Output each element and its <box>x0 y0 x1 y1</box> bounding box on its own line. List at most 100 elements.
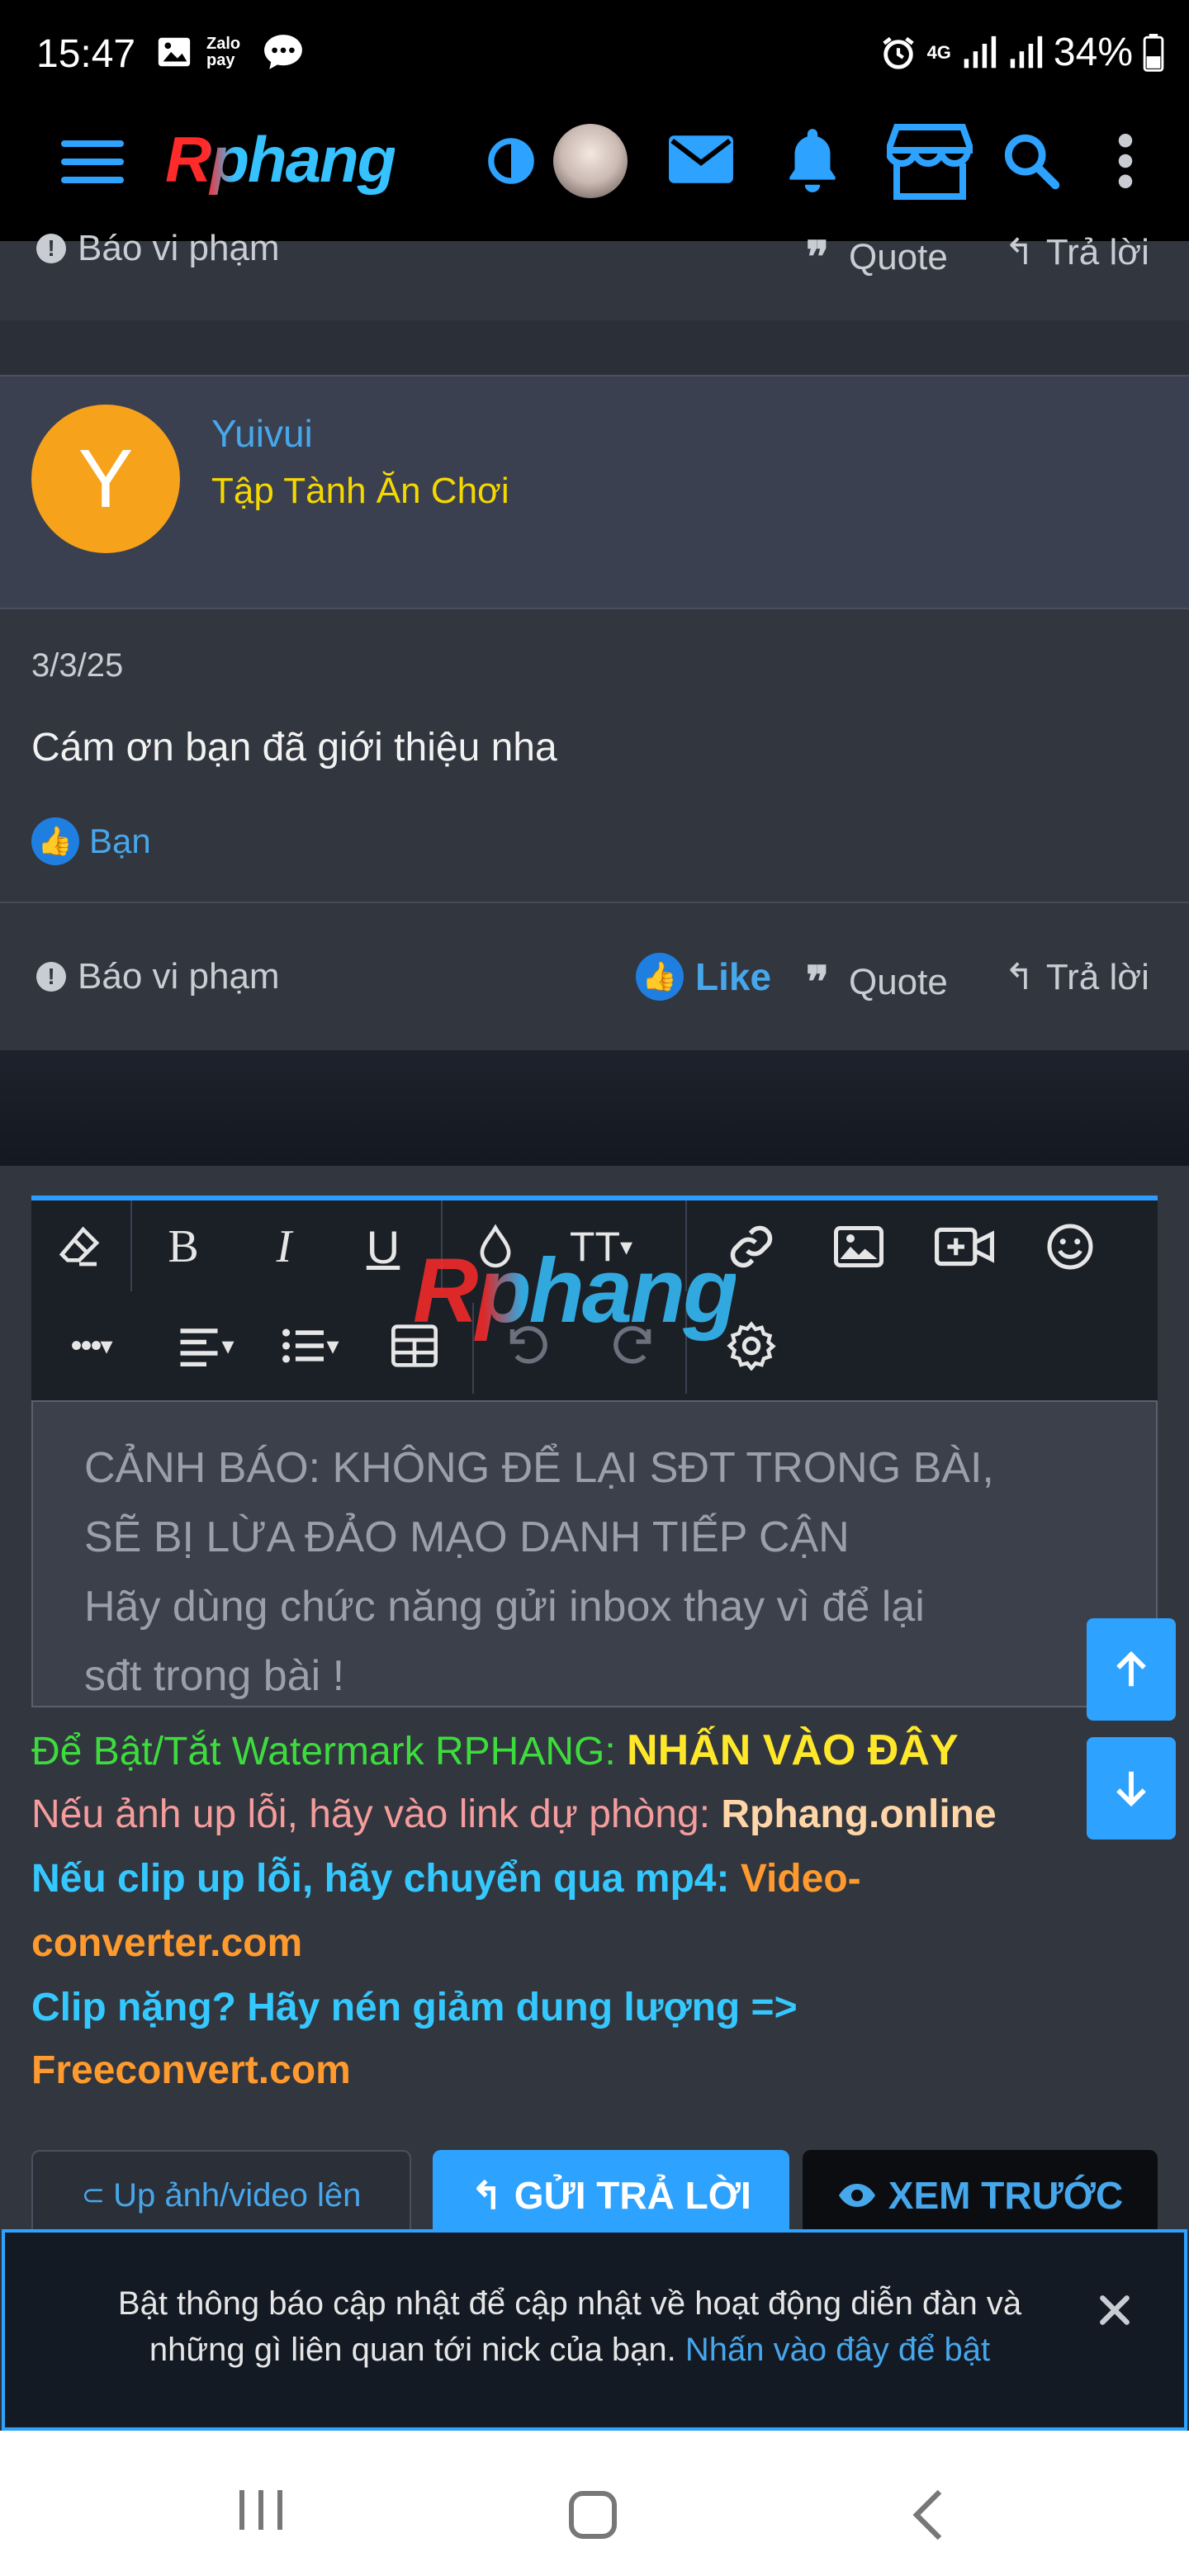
reply-link[interactable]: ↰ Trả lời <box>1004 956 1149 998</box>
site-logo[interactable]: Rphang <box>165 122 396 197</box>
prev-quote-link[interactable]: ❞ Quote <box>806 233 948 282</box>
watermark-toggle-link[interactable]: NHẤN VÀO ĐÂY <box>627 1726 959 1774</box>
align-left-icon <box>180 1328 218 1366</box>
like-reaction-icon: 👍 <box>31 817 79 865</box>
zalo-pay-icon: Zalo pay <box>206 35 241 69</box>
enable-notification-link[interactable]: Nhấn vào đây để bật <box>685 2332 990 2368</box>
reply-label: Trả lời <box>1045 956 1149 997</box>
arrow-down-icon <box>1116 1771 1146 1807</box>
signal-icon <box>964 36 997 68</box>
watermark-toggle-note: Để Bật/Tắt Watermark RPHANG: NHẤN VÀO ĐÂ… <box>31 1726 959 1775</box>
italic-button[interactable]: I <box>251 1214 317 1280</box>
post-date[interactable]: 3/3/25 <box>31 647 123 684</box>
section-divider <box>0 1050 1189 1166</box>
clip-converter-link-2[interactable]: converter.com <box>31 1920 302 1966</box>
underline-button[interactable]: U <box>350 1214 416 1280</box>
alarm-icon <box>882 36 914 69</box>
quote-icon: ❞ <box>806 959 829 1006</box>
clear-format-icon[interactable] <box>46 1214 112 1280</box>
quote-label: Quote <box>848 962 948 1002</box>
submit-label: GỬI TRẢ LỜI <box>514 2174 751 2217</box>
arrow-up-icon <box>1116 1650 1146 1687</box>
report-link[interactable]: ! Báo vi phạm <box>36 956 280 997</box>
warning-icon: ! <box>36 234 66 263</box>
image-backup-note: Nếu ảnh up lỗi, hãy vào link dự phòng: R… <box>31 1792 997 1837</box>
prev-reply-link[interactable]: ↰ Trả lời <box>1004 231 1149 273</box>
reply-icon: ↰ <box>1004 957 1035 997</box>
editor-watermark-logo: Rphang <box>413 1240 738 1342</box>
scroll-top-button[interactable] <box>1087 1618 1176 1721</box>
list-dropdown-icon: ▾ <box>326 1332 339 1360</box>
like-label: Like <box>695 955 772 998</box>
bold-button[interactable]: B <box>150 1214 216 1280</box>
attachment-icon: ⊂ <box>81 2180 106 2211</box>
status-right-icons: 4G 34% <box>879 30 1164 75</box>
more-horiz-icon: ••• <box>70 1327 102 1364</box>
more-dropdown-icon: ▾ <box>100 1332 113 1360</box>
warning-icon: ! <box>36 962 66 992</box>
list-button[interactable]: ▾ <box>264 1313 355 1379</box>
post-username[interactable]: Yuivui <box>211 411 313 456</box>
reply-arrow-icon: ↰ <box>471 2174 503 2217</box>
prev-report-label: Báo vi phạm <box>78 228 280 268</box>
network-type: 4G <box>926 41 951 63</box>
upload-button[interactable]: ⊂ Up ảnh/video lên <box>31 2150 411 2241</box>
bell-icon[interactable] <box>781 124 844 199</box>
home-icon[interactable] <box>568 2490 618 2544</box>
recent-apps-icon[interactable] <box>236 2487 286 2537</box>
upload-label: Up ảnh/video lên <box>113 2176 362 2214</box>
clip-note-label: Nếu clip up lỗi, hãy chuyển qua mp4: <box>31 1857 730 1901</box>
battery-level: 34% <box>1053 31 1133 74</box>
post-content: Cám ơn bạn đã giới thiệu nha <box>31 726 557 769</box>
submit-reply-button[interactable]: ↰ GỬI TRẢ LỜI <box>433 2150 789 2241</box>
back-icon[interactable] <box>912 2488 945 2545</box>
preview-button[interactable]: XEM TRƯỚC <box>803 2150 1158 2241</box>
post-user-title: Tập Tành Ăn Chơi <box>211 471 509 511</box>
clip-note: Nếu clip up lỗi, hãy chuyển qua mp4: Vid… <box>31 1856 861 1901</box>
align-button[interactable]: ▾ <box>160 1313 251 1379</box>
prev-reply-label: Trả lời <box>1045 231 1149 272</box>
quote-icon: ❞ <box>806 234 829 282</box>
like-icon: 👍 <box>636 953 684 1001</box>
reply-textarea[interactable]: CẢNH BÁO: KHÔNG ĐỂ LẠI SĐT TRONG BÀI, SẼ… <box>31 1400 1158 1707</box>
close-icon[interactable] <box>1097 2292 1133 2332</box>
quote-link[interactable]: ❞ Quote <box>806 958 948 1007</box>
more-vert-icon[interactable] <box>1116 134 1135 192</box>
reaction-summary[interactable]: 👍 Bạn <box>31 817 151 865</box>
report-label: Báo vi phạm <box>78 956 280 997</box>
user-avatar[interactable] <box>553 124 628 198</box>
eye-icon <box>838 2184 875 2207</box>
store-icon[interactable] <box>883 124 976 204</box>
reply-icon: ↰ <box>1004 232 1035 272</box>
preview-label: XEM TRƯỚC <box>888 2174 1124 2217</box>
image-icon[interactable] <box>826 1214 892 1280</box>
heavy-clip-note: Clip nặng? Hãy nén giảm dung lượng => <box>31 1986 798 2029</box>
chat-icon <box>264 35 302 69</box>
menu-icon[interactable] <box>61 139 124 189</box>
emoji-icon[interactable] <box>1037 1214 1103 1280</box>
status-time: 15:47 <box>36 32 136 76</box>
like-button[interactable]: 👍 Like <box>636 953 771 1001</box>
notification-message: Bật thông báo cập nhật để cập nhật về ho… <box>83 2280 1057 2373</box>
placeholder-line-4: sđt trong bài ! <box>84 1652 345 1700</box>
scroll-bottom-button[interactable] <box>1087 1737 1176 1840</box>
watermark-note-label: Để Bật/Tắt Watermark RPHANG: <box>31 1730 616 1773</box>
gallery-icon <box>158 37 191 67</box>
theme-toggle-icon[interactable] <box>487 137 535 189</box>
battery-icon <box>1143 33 1164 72</box>
more-options-button[interactable]: ••• ▾ <box>46 1313 137 1379</box>
placeholder-line-2: SẼ BỊ LỪA ĐẢO MẠO DANH TIẾP CẬN <box>84 1513 850 1561</box>
image-note-label: Nếu ảnh up lỗi, hãy vào link dự phòng: <box>31 1792 711 1836</box>
prev-report-link[interactable]: ! Báo vi phạm <box>36 228 280 269</box>
image-backup-link[interactable]: Rphang.online <box>721 1792 996 1836</box>
post-avatar[interactable]: Y <box>31 405 180 553</box>
freeconvert-link[interactable]: Freeconvert.com <box>31 2048 351 2093</box>
placeholder-line-3: Hãy dùng chức năng gửi inbox thay vì để … <box>84 1583 925 1631</box>
clip-converter-link-1[interactable]: Video- <box>741 1857 861 1901</box>
reaction-user[interactable]: Bạn <box>89 822 151 861</box>
search-icon[interactable] <box>1002 132 1060 194</box>
prev-quote-label: Quote <box>848 237 948 277</box>
inbox-icon[interactable] <box>667 132 735 191</box>
status-left-icons: Zalo pay <box>155 33 304 71</box>
video-icon[interactable] <box>931 1214 997 1280</box>
